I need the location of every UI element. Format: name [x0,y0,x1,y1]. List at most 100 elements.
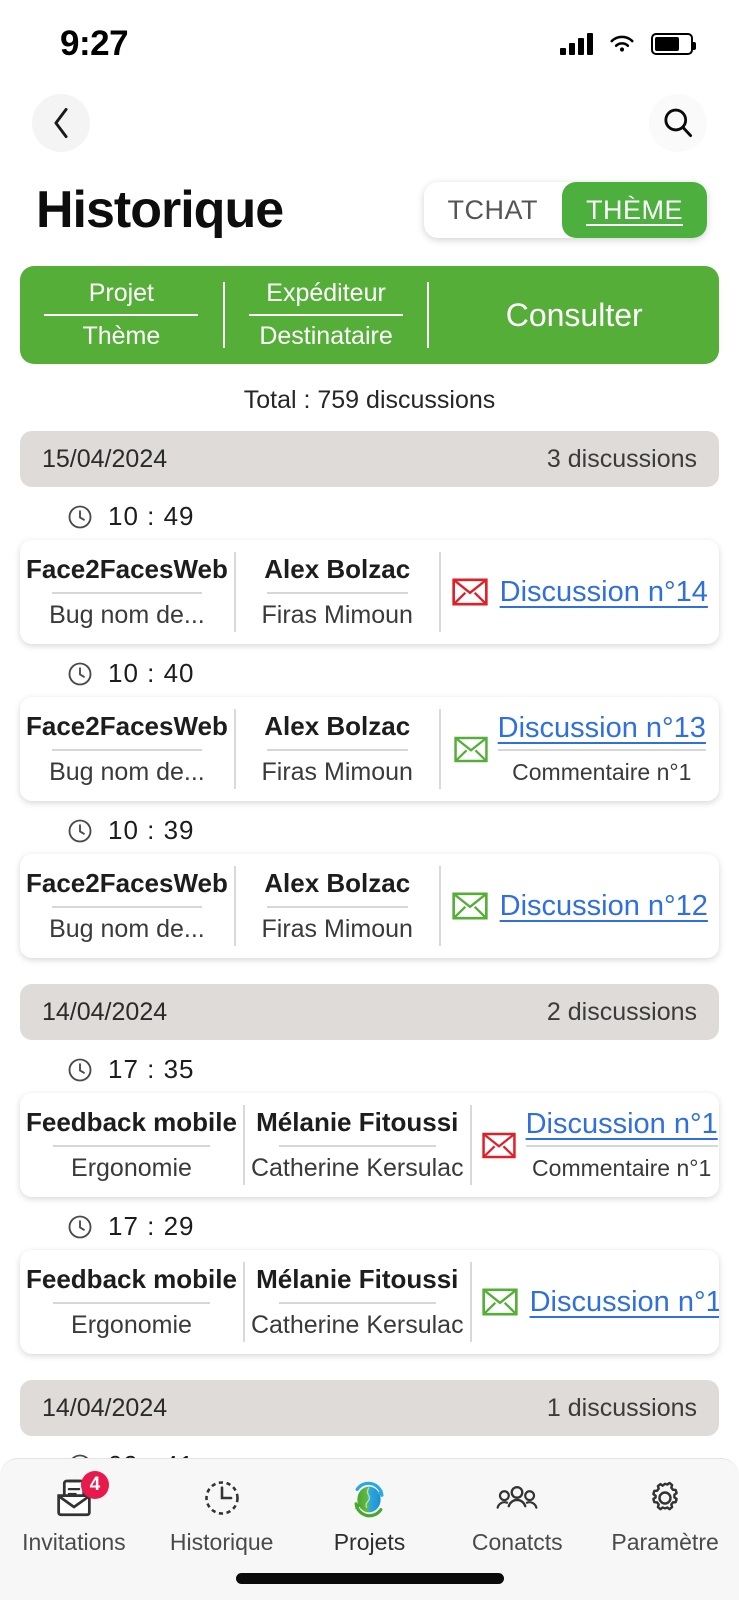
entry-time: 10 : 49 [108,501,195,531]
discussion-list: 15/04/2024 3 discussions 10 : 49 Face2Fa… [0,431,739,1489]
card-recipient: Catherine Kersulac [250,1311,464,1339]
status-indicators [560,33,696,55]
entry-time: 17 : 29 [108,1211,195,1241]
discussion-card[interactable]: Feedback mobile Ergonomie Mélanie Fitous… [20,1093,719,1197]
card-comment: Commentaire n°1 [532,1155,712,1181]
card-link-text: Discussion n°13 Commentaire n°1 [497,712,706,786]
card-recipient: Firas Mimoun [261,758,413,786]
entry-time: 10 : 39 [108,815,195,845]
card-theme: Ergonomie [71,1154,192,1182]
card-sender: Mélanie Fitoussi [256,1264,459,1294]
date-count: 2 discussions [546,997,697,1026]
toggle-label-tchat: TCHAT [447,194,538,225]
card-project-column: Face2FacesWeb Bug nom de... [20,697,234,801]
tab-contacts[interactable]: Conatcts [443,1475,591,1556]
people-group-icon [495,1475,539,1521]
card-divider [278,1145,436,1147]
toggle-label-theme: THÈME [586,194,683,225]
date-header: 15/04/2024 3 discussions [20,431,719,487]
consulter-button[interactable]: Consulter [429,266,719,364]
entry-time: 17 : 35 [108,1054,195,1084]
discussion-card[interactable]: Feedback mobile Ergonomie Mélanie Fitous… [20,1250,719,1354]
envelope-icon [451,578,488,606]
envelope-icon [451,892,488,920]
envelope-icon [453,736,488,762]
card-sender: Mélanie Fitoussi [256,1107,459,1137]
entry-time-row: 17 : 29 [20,1197,719,1250]
card-divider [52,592,202,594]
card-comment: Commentaire n°1 [512,759,692,785]
tab-label: Paramètre [611,1529,719,1555]
card-recipient: Firas Mimoun [261,915,413,943]
discussion-card[interactable]: Face2FacesWeb Bug nom de... Alex Bolzac … [20,697,719,801]
home-indicator [235,1573,504,1584]
card-link-column[interactable]: Discussion n°13 Commentaire n°1 [441,697,719,801]
tab-projets[interactable]: Projets [296,1475,444,1556]
card-divider [278,1302,436,1304]
total-count-label: Total : 759 discussions [243,386,496,414]
discussion-link[interactable]: Discussion n°12 [500,890,708,923]
card-project: Face2FacesWeb [26,554,228,584]
date-header: 14/04/2024 1 discussions [20,1380,719,1436]
filter-bar[interactable]: Projet Thème Expéditeur Destinataire Con… [20,266,719,364]
card-sender: Alex Bolzac [264,711,411,741]
clock-icon [68,819,92,842]
discussion-link[interactable]: Discussion n°1 [530,1286,719,1319]
mode-toggle[interactable]: TCHAT THÈME [423,182,707,238]
date-count: 1 discussions [546,1393,697,1422]
discussion-card[interactable]: Face2FacesWeb Bug nom de... Alex Bolzac … [20,854,719,958]
filter-group-project[interactable]: Projet Thème [20,266,223,364]
title-row: Historique TCHAT THÈME [0,158,739,240]
tab-historique[interactable]: Historique [148,1475,296,1556]
clock-icon [201,1475,243,1521]
gear-icon [644,1475,686,1521]
tab-label: Invitations [22,1529,126,1555]
discussion-link[interactable]: Discussion n°14 [500,576,708,609]
status-bar: 9:27 [0,0,739,88]
card-link-column[interactable]: Discussion n°1 [472,1250,719,1354]
entry-time-row: 10 : 39 [20,801,719,854]
toggle-option-tchat[interactable]: TCHAT [424,182,563,238]
card-project-column: Face2FacesWeb Bug nom de... [20,540,234,644]
discussion-link[interactable]: Discussion n°13 [498,712,706,745]
cellular-signal-icon [560,33,593,55]
tab-parametre[interactable]: Paramètre [591,1475,739,1556]
card-link-text: Discussion n°1 Commentaire n°1 [525,1108,718,1182]
date-group: 15/04/2024 3 discussions 10 : 49 Face2Fa… [20,431,719,958]
invitations-badge: 4 [80,1471,109,1499]
filter-label-projet: Projet [88,279,154,308]
card-link-column[interactable]: Discussion n°12 [441,854,719,958]
envelope-icon [481,1132,516,1158]
card-link-column[interactable]: Discussion n°1 Commentaire n°1 [472,1093,719,1197]
date-label: 14/04/2024 [42,997,168,1026]
wifi-icon [610,35,634,52]
date-label: 14/04/2024 [42,1393,168,1422]
toggle-option-theme[interactable]: THÈME [562,182,707,238]
card-divider [266,906,408,908]
card-divider [52,906,202,908]
card-divider [52,749,202,751]
card-project-column: Feedback mobile Ergonomie [20,1250,243,1354]
card-recipient: Catherine Kersulac [250,1154,464,1182]
back-button[interactable] [32,94,90,152]
entry-time-row: 10 : 40 [20,644,719,697]
card-theme: Ergonomie [71,1311,192,1339]
card-divider [53,1302,210,1304]
card-project: Feedback mobile [26,1264,237,1294]
filter-group-sender[interactable]: Expéditeur Destinataire [225,266,428,364]
search-icon [664,108,693,138]
envelope-icon [481,1288,518,1316]
card-sender-column: Mélanie Fitoussi Catherine Kersulac [245,1250,470,1354]
discussion-card[interactable]: Face2FacesWeb Bug nom de... Alex Bolzac … [20,540,719,644]
discussion-link[interactable]: Discussion n°1 [526,1108,718,1141]
entry-time-row: 17 : 35 [20,1040,719,1093]
card-theme: Bug nom de... [49,915,205,943]
tab-label: Projets [333,1529,406,1555]
card-theme: Bug nom de... [49,758,205,786]
card-theme: Bug nom de... [49,601,205,629]
search-button[interactable] [649,94,707,152]
tab-label: Historique [169,1529,274,1555]
tab-invitations[interactable]: 4 Invitations [0,1471,148,1556]
card-link-column[interactable]: Discussion n°14 [441,540,719,644]
card-divider [266,592,408,594]
